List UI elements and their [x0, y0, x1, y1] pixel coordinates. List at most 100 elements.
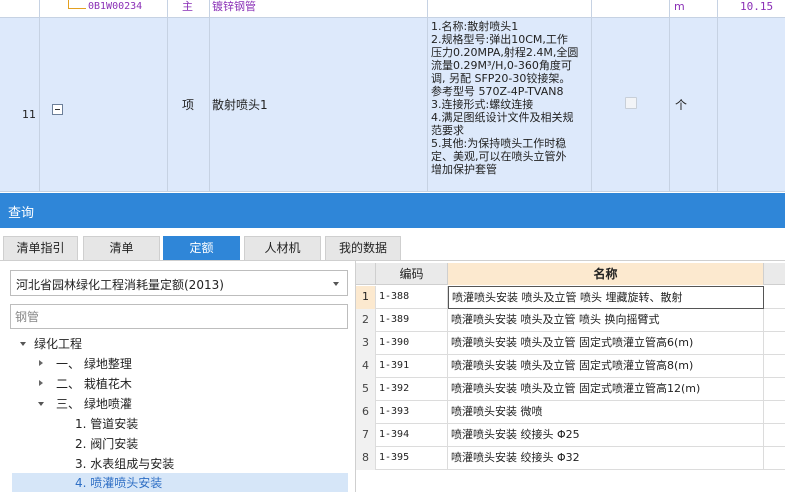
quota-name: 喷灌喷头安装 微喷	[448, 401, 764, 424]
quota-name: 喷灌喷头安装 喷头及立管 固定式喷灌立管高6(m)	[448, 332, 764, 355]
row-index: 7	[356, 424, 376, 447]
tree-label: 3. 水表组成与安装	[75, 457, 175, 471]
feature-description-cell[interactable]: 1.名称:散射喷头1 2.规格型号:弹出10CM,工作 压力0.20MPA,射程…	[428, 18, 592, 192]
name-text: 散射喷头1	[212, 98, 268, 112]
tree-label: 1. 管道安装	[75, 417, 139, 431]
row-index: 2	[356, 309, 376, 332]
tree-leaf[interactable]: 1. 管道安装	[70, 414, 348, 434]
row-number-cell	[0, 0, 40, 18]
collapse-icon[interactable]	[52, 104, 63, 115]
tree-node[interactable]: 二、 栽植花木	[36, 374, 348, 394]
expand-icon[interactable]	[20, 342, 26, 346]
feature-line: 流量0.29M³/H,0-360角度可	[431, 59, 572, 72]
tab-list-guide[interactable]: 清单指引	[3, 236, 78, 260]
quota-code: 1-393	[376, 401, 448, 424]
row-more	[764, 424, 785, 447]
tree-leaf[interactable]: 3. 水表组成与安装	[70, 454, 348, 474]
unit-text: 个	[675, 98, 688, 112]
tree-node[interactable]: 一、 绿地整理	[36, 354, 348, 374]
feature-line: 定、美观,可以在喷头立管外	[431, 150, 567, 163]
query-panel-header: 查询	[0, 193, 785, 228]
tree-leaf[interactable]: 2. 阀门安装	[70, 434, 348, 454]
tree-label: 4. 喷灌喷头安装	[75, 476, 163, 490]
chevron-down-icon[interactable]	[333, 282, 339, 286]
tab-list[interactable]: 清单	[83, 236, 160, 260]
feature-line: 3.连接形式:螺纹连接	[431, 98, 534, 111]
row-more	[764, 309, 785, 332]
quota-name: 喷灌喷头安装 喷头及立管 固定式喷灌立管高8(m)	[448, 355, 764, 378]
quota-code: 1-392	[376, 378, 448, 401]
tree-node[interactable]: 三、 绿地喷灌	[36, 394, 348, 414]
quantity-cell[interactable]	[718, 18, 785, 192]
quota-name: 喷灌喷头安装 绞接头 Φ25	[448, 424, 764, 447]
name-cell[interactable]: 散射喷头1	[210, 18, 428, 192]
quota-code: 1-388	[376, 286, 448, 309]
tree-label: 二、 栽植花木	[56, 377, 132, 391]
expand-icon[interactable]	[38, 402, 44, 406]
table-row[interactable]: 4 1-391 喷灌喷头安装 喷头及立管 固定式喷灌立管高8(m)	[356, 355, 785, 378]
feature-line: 参考型号 570Z-4P-TVAN8	[431, 85, 564, 98]
tree-leaf-selected[interactable]: 4. 喷灌喷头安装	[12, 473, 348, 492]
row-checkbox[interactable]	[625, 97, 637, 109]
collapsed-icon[interactable]	[39, 380, 43, 386]
table-row[interactable]: 0B1W00234 主 镀锌钢管 m 10.15	[0, 0, 785, 18]
feature-line: 5.其他:为保持喷头工作时稳	[431, 137, 567, 150]
quota-name: 喷灌喷头安装 喷头及立管 固定式喷灌立管高12(m)	[448, 378, 764, 401]
feature-cell[interactable]	[428, 0, 592, 18]
tree-label: 三、 绿地喷灌	[56, 397, 132, 411]
row-more	[764, 332, 785, 355]
table-row[interactable]: 8 1-395 喷灌喷头安装 绞接头 Φ32	[356, 447, 785, 470]
row-number-cell: 11	[0, 18, 40, 192]
row-index: 4	[356, 355, 376, 378]
row-more	[764, 447, 785, 470]
list-grid: 0B1W00234 主 镀锌钢管 m 10.15 11 项 散射喷头1 1.名称…	[0, 0, 785, 192]
feature-line: 1.名称:散射喷头1	[431, 20, 519, 33]
row-more	[764, 401, 785, 424]
unit-text: m	[674, 0, 685, 13]
table-row[interactable]: 3 1-390 喷灌喷头安装 喷头及立管 固定式喷灌立管高6(m)	[356, 332, 785, 355]
check-cell	[592, 18, 670, 192]
quota-name: 喷灌喷头安装 喷头及立管 喷头 换向摇臂式	[448, 309, 764, 332]
feature-line: 增加保护套管	[431, 163, 497, 176]
quantity-text: 10.15	[740, 0, 774, 13]
quota-library-select[interactable]: 河北省园林绿化工程消耗量定额(2013)	[10, 270, 348, 296]
material-code: 0B1W00234	[88, 1, 143, 12]
row-index: 1	[356, 286, 376, 309]
header-code[interactable]: 编码	[376, 263, 448, 285]
name-cell[interactable]: 镀锌钢管	[210, 0, 428, 18]
tree-connector	[68, 8, 86, 9]
table-row[interactable]: 6 1-393 喷灌喷头安装 微喷	[356, 401, 785, 424]
table-row[interactable]: 7 1-394 喷灌喷头安装 绞接头 Φ25	[356, 424, 785, 447]
feature-line: 4.满足图纸设计文件及相关规	[431, 111, 574, 124]
row-index: 5	[356, 378, 376, 401]
type-text: 项	[182, 98, 195, 112]
quota-name: 喷灌喷头安装 绞接头 Φ32	[448, 447, 764, 470]
tab-quota[interactable]: 定额	[163, 236, 240, 260]
row-index: 3	[356, 332, 376, 355]
tree-node-root[interactable]: 绿化工程	[18, 334, 348, 354]
quota-code: 1-395	[376, 447, 448, 470]
tab-labor-material-machine[interactable]: 人材机	[244, 236, 321, 260]
quantity-cell[interactable]: 10.15	[718, 0, 785, 18]
quota-results-grid: 编码 名称 1 1-388 喷灌喷头安装 喷头及立管 喷头 埋藏旋转、散射 2 …	[355, 260, 785, 492]
header-index	[356, 263, 376, 285]
type-text: 主	[182, 0, 193, 13]
search-input[interactable]	[10, 304, 348, 329]
tree-label: 绿化工程	[34, 337, 83, 351]
collapsed-icon[interactable]	[39, 360, 43, 366]
query-panel-title: 查询	[8, 206, 35, 221]
row-number: 11	[22, 108, 36, 121]
table-row[interactable]: 2 1-389 喷灌喷头安装 喷头及立管 喷头 换向摇臂式	[356, 309, 785, 332]
type-cell: 主	[168, 0, 210, 18]
tree-cell	[40, 18, 168, 192]
row-more	[764, 378, 785, 401]
quota-tree-pane: 河北省园林绿化工程消耗量定额(2013) 绿化工程 一、 绿地整理 二、 栽植花…	[0, 260, 355, 492]
unit-cell: m	[670, 0, 718, 18]
tab-my-data[interactable]: 我的数据	[325, 236, 401, 260]
table-row[interactable]: 5 1-392 喷灌喷头安装 喷头及立管 固定式喷灌立管高12(m)	[356, 378, 785, 401]
tree-label: 一、 绿地整理	[56, 357, 132, 371]
header-name[interactable]: 名称	[448, 263, 764, 285]
results-header: 编码 名称	[356, 263, 785, 285]
table-row[interactable]: 1 1-388 喷灌喷头安装 喷头及立管 喷头 埋藏旋转、散射	[356, 286, 785, 309]
table-row-selected[interactable]: 11 项 散射喷头1 1.名称:散射喷头1 2.规格型号:弹出10CM,工作 压…	[0, 18, 785, 192]
